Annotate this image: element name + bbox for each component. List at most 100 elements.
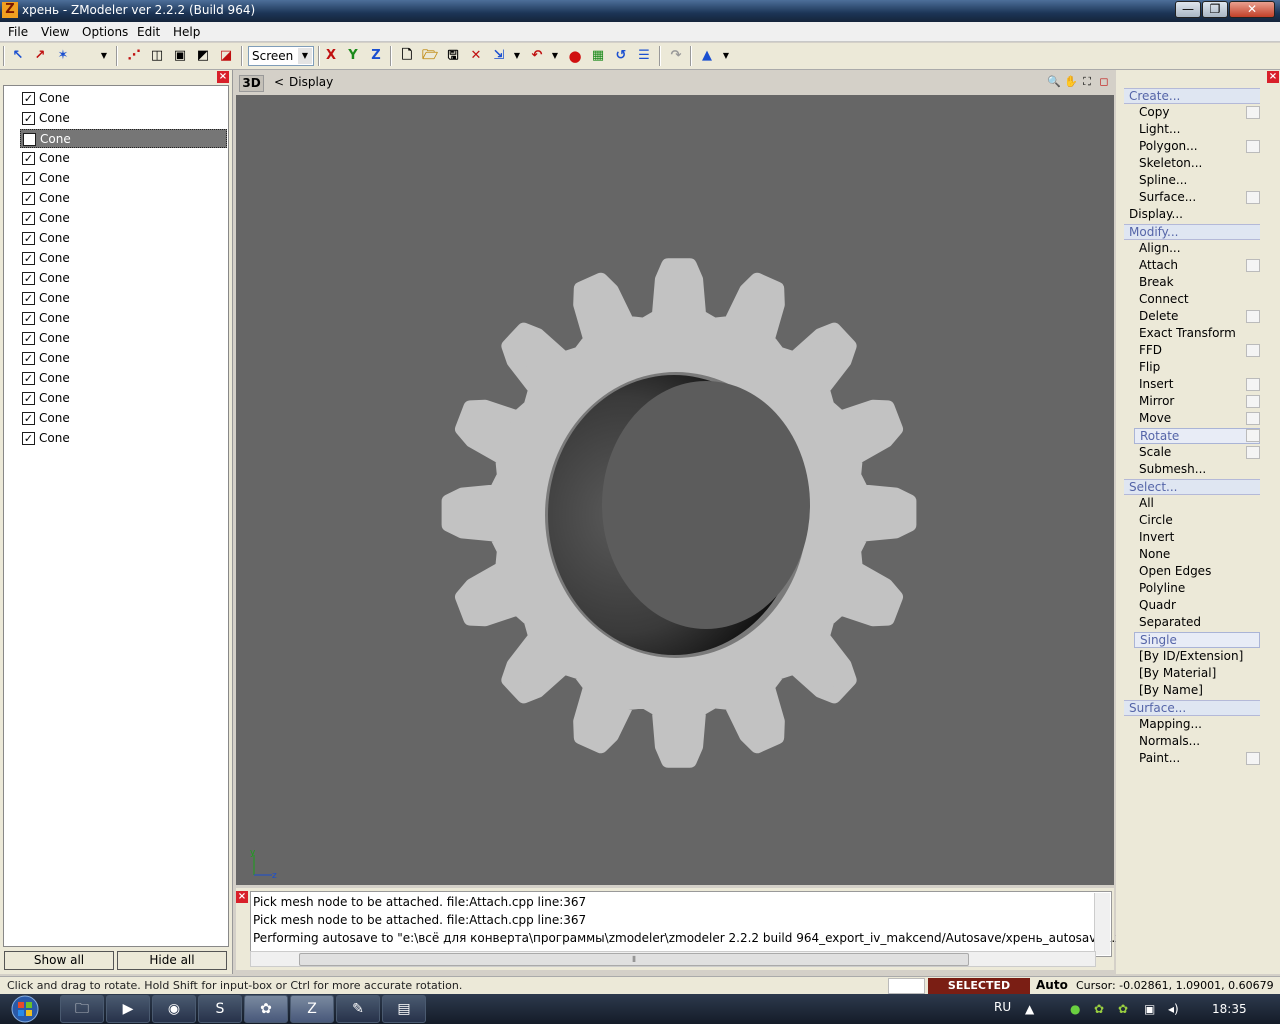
command-polygon[interactable]: Polygon...: [1134, 139, 1260, 155]
box-mode-icon[interactable]: ◩: [193, 46, 213, 66]
menu-edit[interactable]: Edit: [137, 25, 160, 39]
node-row[interactable]: ✓ Cone: [20, 249, 227, 268]
visibility-checkbox[interactable]: ✓: [22, 172, 35, 185]
options-toggle[interactable]: [1246, 259, 1260, 272]
command-none[interactable]: None: [1134, 547, 1260, 563]
command-break[interactable]: Break: [1134, 275, 1260, 291]
visibility-checkbox[interactable]: ✓: [22, 292, 35, 305]
arrow-dropdown-icon[interactable]: ▼: [98, 46, 110, 66]
save-file-icon[interactable]: 🖫: [443, 46, 463, 66]
new-file-icon[interactable]: 🗋: [397, 46, 417, 66]
command-normals[interactable]: Normals...: [1134, 734, 1260, 750]
volume-icon[interactable]: ◂): [1168, 1002, 1179, 1016]
close-button[interactable]: ✕: [1229, 1, 1275, 18]
node-row[interactable]: ✓ Cone: [20, 349, 227, 368]
coordinate-mode-select[interactable]: Screen ▼: [248, 46, 314, 66]
menu-options[interactable]: Options: [82, 25, 128, 39]
chevron-down-icon[interactable]: ▼: [298, 48, 312, 64]
language-indicator[interactable]: RU: [994, 1000, 1011, 1014]
command-single[interactable]: Single: [1134, 632, 1260, 648]
options-toggle[interactable]: [1246, 310, 1260, 323]
section-create[interactable]: Create...: [1124, 88, 1260, 104]
command-open-edges[interactable]: Open Edges: [1134, 564, 1260, 580]
lock-mode-icon[interactable]: ◪: [216, 46, 236, 66]
menu-file[interactable]: File: [8, 25, 28, 39]
command-mapping[interactable]: Mapping...: [1134, 717, 1260, 733]
menu-view[interactable]: View: [41, 25, 69, 39]
options-toggle[interactable]: [1246, 752, 1260, 765]
node-row[interactable]: ✓ Cone: [20, 269, 227, 288]
tray-app-icon[interactable]: ✿: [1118, 1002, 1128, 1016]
clock[interactable]: 18:35: [1212, 1002, 1247, 1016]
console-vertical-scrollbar[interactable]: [1094, 893, 1110, 955]
hide-all-button[interactable]: Hide all: [117, 951, 227, 970]
breadcrumb-arrow[interactable]: <: [274, 75, 284, 89]
utility-icon[interactable]: ✿: [244, 995, 288, 1023]
node-row[interactable]: ✓ Cone: [20, 289, 227, 308]
visibility-checkbox[interactable]: ✓: [22, 392, 35, 405]
notes-icon[interactable]: ☰: [634, 46, 654, 66]
command-flip[interactable]: Flip: [1134, 360, 1260, 376]
command-insert[interactable]: Insert: [1134, 377, 1260, 393]
explorer-icon[interactable]: 🗀: [60, 995, 104, 1023]
section-surface[interactable]: Surface...: [1124, 700, 1260, 716]
console-log[interactable]: Pick mesh node to be attached. file:Atta…: [250, 891, 1142, 957]
redo-icon[interactable]: ↷: [666, 46, 686, 66]
maximize-button[interactable]: ❐: [1202, 1, 1228, 18]
command-by-id-extension[interactable]: [By ID/Extension]: [1134, 649, 1260, 665]
minimize-button[interactable]: —: [1175, 1, 1201, 18]
open-file-icon[interactable]: 🗁: [420, 46, 440, 66]
options-toggle[interactable]: [1246, 412, 1260, 425]
axis-y-toggle[interactable]: Y: [343, 46, 363, 66]
options-toggle[interactable]: [1246, 446, 1260, 459]
visibility-checkbox[interactable]: ✓: [22, 352, 35, 365]
maximize-viewport-icon[interactable]: ◻: [1096, 74, 1112, 90]
console-horizontal-scrollbar[interactable]: ⦀: [250, 951, 1096, 967]
menu-help[interactable]: Help: [173, 25, 200, 39]
visibility-checkbox[interactable]: ✓: [22, 92, 35, 105]
zmodeler-app-icon[interactable]: Z: [2, 2, 18, 18]
polygon-mode-icon[interactable]: ◫: [147, 46, 167, 66]
record-icon[interactable]: ●: [565, 46, 585, 66]
select-move-icon[interactable]: ↗: [30, 46, 50, 66]
command-copy[interactable]: Copy: [1134, 105, 1260, 121]
command-quadr[interactable]: Quadr: [1134, 598, 1260, 614]
tray-app-icon[interactable]: ✿: [1094, 1002, 1104, 1016]
command-paint[interactable]: Paint...: [1134, 751, 1260, 767]
object-mode-icon[interactable]: ▣: [170, 46, 190, 66]
node-list[interactable]: ✓ Cone ✓ Cone Cone ✓ Cone ✓ Cone ✓ Cone ✓ Cone ✓ Cone ✓…: [3, 85, 229, 947]
options-toggle[interactable]: [1246, 429, 1260, 442]
select-icon[interactable]: ↖: [8, 46, 28, 66]
command-spline[interactable]: Spline...: [1134, 173, 1260, 189]
viewport-mode-tag[interactable]: 3D: [239, 75, 264, 92]
node-row[interactable]: Cone: [20, 129, 227, 148]
command-attach[interactable]: Attach: [1134, 258, 1260, 274]
options-toggle[interactable]: [1246, 191, 1260, 204]
options-toggle[interactable]: [1246, 378, 1260, 391]
delete-icon[interactable]: ✕: [466, 46, 486, 66]
visibility-checkbox[interactable]: ✓: [22, 312, 35, 325]
media-player-icon[interactable]: ▶: [106, 995, 150, 1023]
import-dropdown-icon[interactable]: ▼: [511, 46, 523, 66]
visibility-checkbox[interactable]: ✓: [22, 332, 35, 345]
status-input-box[interactable]: [888, 978, 925, 994]
command-delete[interactable]: Delete: [1134, 309, 1260, 325]
section-modify[interactable]: Modify...: [1124, 224, 1260, 240]
skype-icon[interactable]: S: [198, 995, 242, 1023]
network-icon[interactable]: ▣: [1144, 1002, 1155, 1016]
command-invert[interactable]: Invert: [1134, 530, 1260, 546]
command-connect[interactable]: Connect: [1134, 292, 1260, 308]
options-toggle[interactable]: [1246, 106, 1260, 119]
firefox-icon[interactable]: ◉: [152, 995, 196, 1023]
command-circle[interactable]: Circle: [1134, 513, 1260, 529]
section-display[interactable]: Display...: [1124, 207, 1260, 223]
calculator-icon[interactable]: ▤: [382, 995, 426, 1023]
node-row[interactable]: ✓ Cone: [20, 189, 227, 208]
3d-viewport[interactable]: y z: [236, 95, 1114, 885]
skeleton-icon[interactable]: ✶: [53, 46, 73, 66]
command-by-name[interactable]: [By Name]: [1134, 683, 1260, 699]
node-row[interactable]: ✓ Cone: [20, 149, 227, 168]
command-surface[interactable]: Surface...: [1134, 190, 1260, 206]
visibility-checkbox[interactable]: ✓: [22, 272, 35, 285]
node-row[interactable]: ✓ Cone: [20, 429, 227, 448]
